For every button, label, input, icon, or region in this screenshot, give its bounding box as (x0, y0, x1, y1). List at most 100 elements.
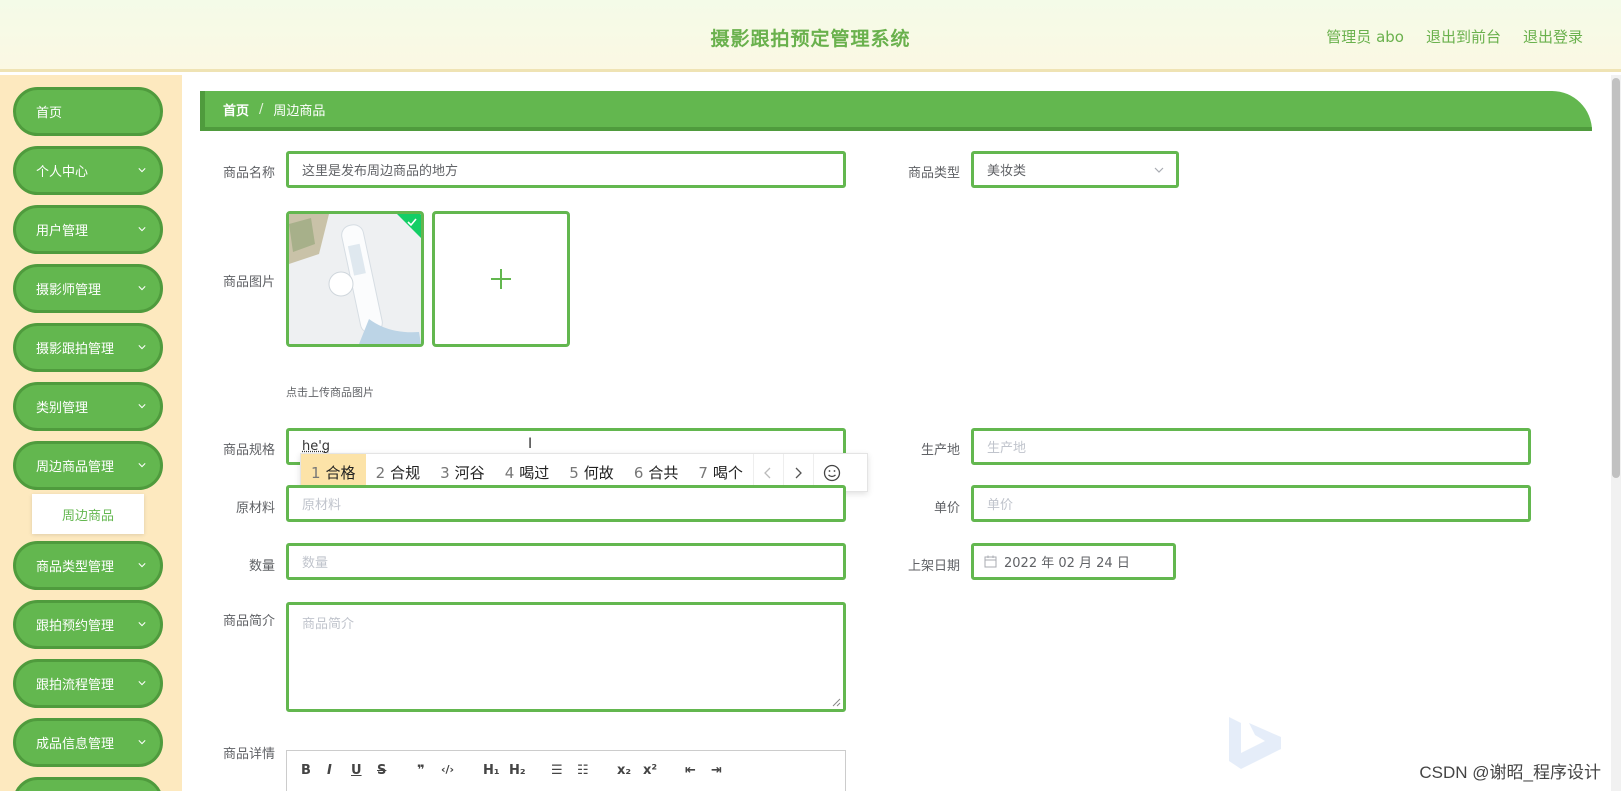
sidebar-item-label: 首页 (36, 102, 62, 121)
type-label: 商品类型 (880, 162, 960, 181)
chevron-down-icon (138, 225, 146, 233)
sidebar-item-label: 摄影师管理 (36, 279, 101, 298)
ime-candidate-number: 4 (505, 464, 515, 482)
bing-logo-watermark (1225, 715, 1285, 770)
sidebar-item-label: 商品类型管理 (36, 556, 114, 575)
origin-label: 生产地 (880, 439, 960, 458)
sidebar-item-label: 摄影跟拍管理 (36, 338, 114, 357)
text-cursor-icon: I (528, 436, 532, 452)
sidebar-item-label: 成品信息管理 (36, 733, 114, 752)
sidebar-item-category-management[interactable]: 类别管理 (13, 382, 163, 431)
sidebar-item-personal-center[interactable]: 个人中心 (13, 146, 163, 195)
admin-user-link[interactable]: 管理员 abo (1326, 26, 1404, 47)
logout-link[interactable]: 退出登录 (1523, 26, 1583, 47)
plus-icon (435, 214, 567, 344)
ime-candidate-number: 5 (569, 464, 579, 482)
sidebar-item-photographer-management[interactable]: 摄影师管理 (13, 264, 163, 313)
sidebar-item-merch-management[interactable]: 周边商品管理 (13, 441, 163, 490)
sidebar-item-photo-follow-management[interactable]: 摄影跟拍管理 (13, 323, 163, 372)
code-button[interactable]: ‹/› (441, 763, 454, 776)
breadcrumb-home[interactable]: 首页 (223, 100, 249, 119)
ime-candidate-text: 合规 (390, 462, 420, 483)
top-header: 摄影跟拍预定管理系统 管理员 abo 退出到前台 退出登录 (0, 0, 1621, 72)
chevron-down-icon (138, 679, 146, 687)
sidebar-item-product-type-management[interactable]: 商品类型管理 (13, 541, 163, 590)
outdent-button[interactable]: ⇤ (685, 763, 696, 778)
ime-candidate-number: 2 (376, 464, 386, 482)
rich-text-editor: B I U S ❞ ‹/› H₁ H₂ ☰ ☷ x₂ x² ⇤ ⇥ (286, 750, 846, 791)
chevron-down-icon (138, 620, 146, 628)
sidebar-item-label: 跟拍预约管理 (36, 615, 114, 634)
quantity-input[interactable]: 数量 (286, 543, 846, 580)
breadcrumb: 首页 / 周边商品 (200, 91, 1592, 131)
ime-candidate-number: 3 (440, 464, 450, 482)
ime-candidate-number: 6 (634, 464, 644, 482)
chevron-down-icon (138, 738, 146, 746)
sidebar: 首页 个人中心 用户管理 摄影师管理 摄影跟拍管理 类别管理 周边商品管理 周边… (0, 75, 182, 791)
chevron-down-icon (138, 461, 146, 469)
type-select[interactable]: 美妆类 (971, 151, 1179, 188)
exit-to-front-link[interactable]: 退出到前台 (1426, 26, 1501, 47)
csdn-watermark: CSDN @谢昭_程序设计 (1419, 758, 1601, 783)
subscript-button[interactable]: x₂ (617, 763, 631, 778)
ordered-list-button[interactable]: ☰ (551, 763, 563, 778)
bullet-list-button[interactable]: ☷ (577, 763, 589, 778)
ime-candidate-number: 1 (311, 464, 321, 482)
heading2-button[interactable]: H₂ (509, 763, 526, 778)
sidebar-item-label: 跟拍流程管理 (36, 674, 114, 693)
sidebar-item-label: 用户管理 (36, 220, 88, 239)
material-label: 原材料 (195, 497, 275, 516)
name-input[interactable]: 这里是发布周边商品的地方 (286, 151, 846, 188)
name-label: 商品名称 (195, 162, 275, 181)
sidebar-item-more[interactable] (13, 777, 163, 791)
header-links: 管理员 abo 退出到前台 退出登录 (1326, 26, 1583, 47)
chevron-down-icon (138, 166, 146, 174)
upload-hint: 点击上传商品图片 (286, 384, 374, 400)
date-label: 上架日期 (880, 555, 960, 574)
origin-input[interactable]: 生产地 (971, 428, 1531, 465)
indent-button[interactable]: ⇥ (711, 763, 722, 778)
ime-candidate-text: 合共 (648, 462, 678, 483)
date-picker[interactable]: 2022 年 02 月 24 日 (971, 543, 1176, 580)
detail-label: 商品详情 (195, 743, 275, 762)
heading1-button[interactable]: H₁ (483, 763, 500, 778)
chevron-down-icon (138, 561, 146, 569)
type-select-value: 美妆类 (987, 160, 1026, 179)
strike-button[interactable]: S (377, 763, 386, 778)
intro-label: 商品简介 (195, 610, 275, 629)
sidebar-item-product-info-management[interactable]: 成品信息管理 (13, 718, 163, 767)
page-scrollbar-thumb[interactable] (1612, 78, 1620, 478)
underline-button[interactable]: U (351, 763, 362, 778)
sidebar-item-home[interactable]: 首页 (13, 87, 163, 136)
superscript-button[interactable]: x² (643, 763, 657, 778)
calendar-icon (984, 555, 997, 568)
intro-textarea[interactable]: 商品简介 (286, 602, 846, 712)
chevron-down-icon (138, 402, 146, 410)
italic-button[interactable]: I (327, 763, 332, 778)
sidebar-subitem-merch[interactable]: 周边商品 (32, 494, 144, 534)
sidebar-item-label: 周边商品管理 (36, 456, 114, 475)
ime-candidate-text: 喝过 (519, 462, 549, 483)
ime-candidate-text: 喝个 (713, 462, 743, 483)
ime-candidate-text: 何故 (584, 462, 614, 483)
price-input[interactable]: 单价 (971, 485, 1531, 522)
chevron-down-icon (1154, 165, 1164, 175)
sidebar-item-booking-management[interactable]: 跟拍预约管理 (13, 600, 163, 649)
bold-button[interactable]: B (301, 763, 311, 778)
sidebar-item-user-management[interactable]: 用户管理 (13, 205, 163, 254)
breadcrumb-current: 周边商品 (273, 100, 325, 119)
ime-candidate-number: 7 (698, 464, 708, 482)
material-input[interactable]: 原材料 (286, 485, 846, 522)
image-label: 商品图片 (195, 271, 275, 290)
quantity-label: 数量 (195, 555, 275, 574)
quote-button[interactable]: ❞ (417, 763, 425, 778)
chevron-down-icon (138, 343, 146, 351)
uploaded-image-thumbnail[interactable] (286, 211, 424, 347)
sidebar-item-label: 类别管理 (36, 397, 88, 416)
breadcrumb-separator: / (259, 102, 263, 117)
sidebar-item-process-management[interactable]: 跟拍流程管理 (13, 659, 163, 708)
spec-input-composition: he'g (302, 439, 330, 454)
resize-grip-icon[interactable] (831, 697, 841, 707)
intro-placeholder: 商品简介 (302, 617, 354, 632)
add-image-button[interactable] (432, 211, 570, 347)
